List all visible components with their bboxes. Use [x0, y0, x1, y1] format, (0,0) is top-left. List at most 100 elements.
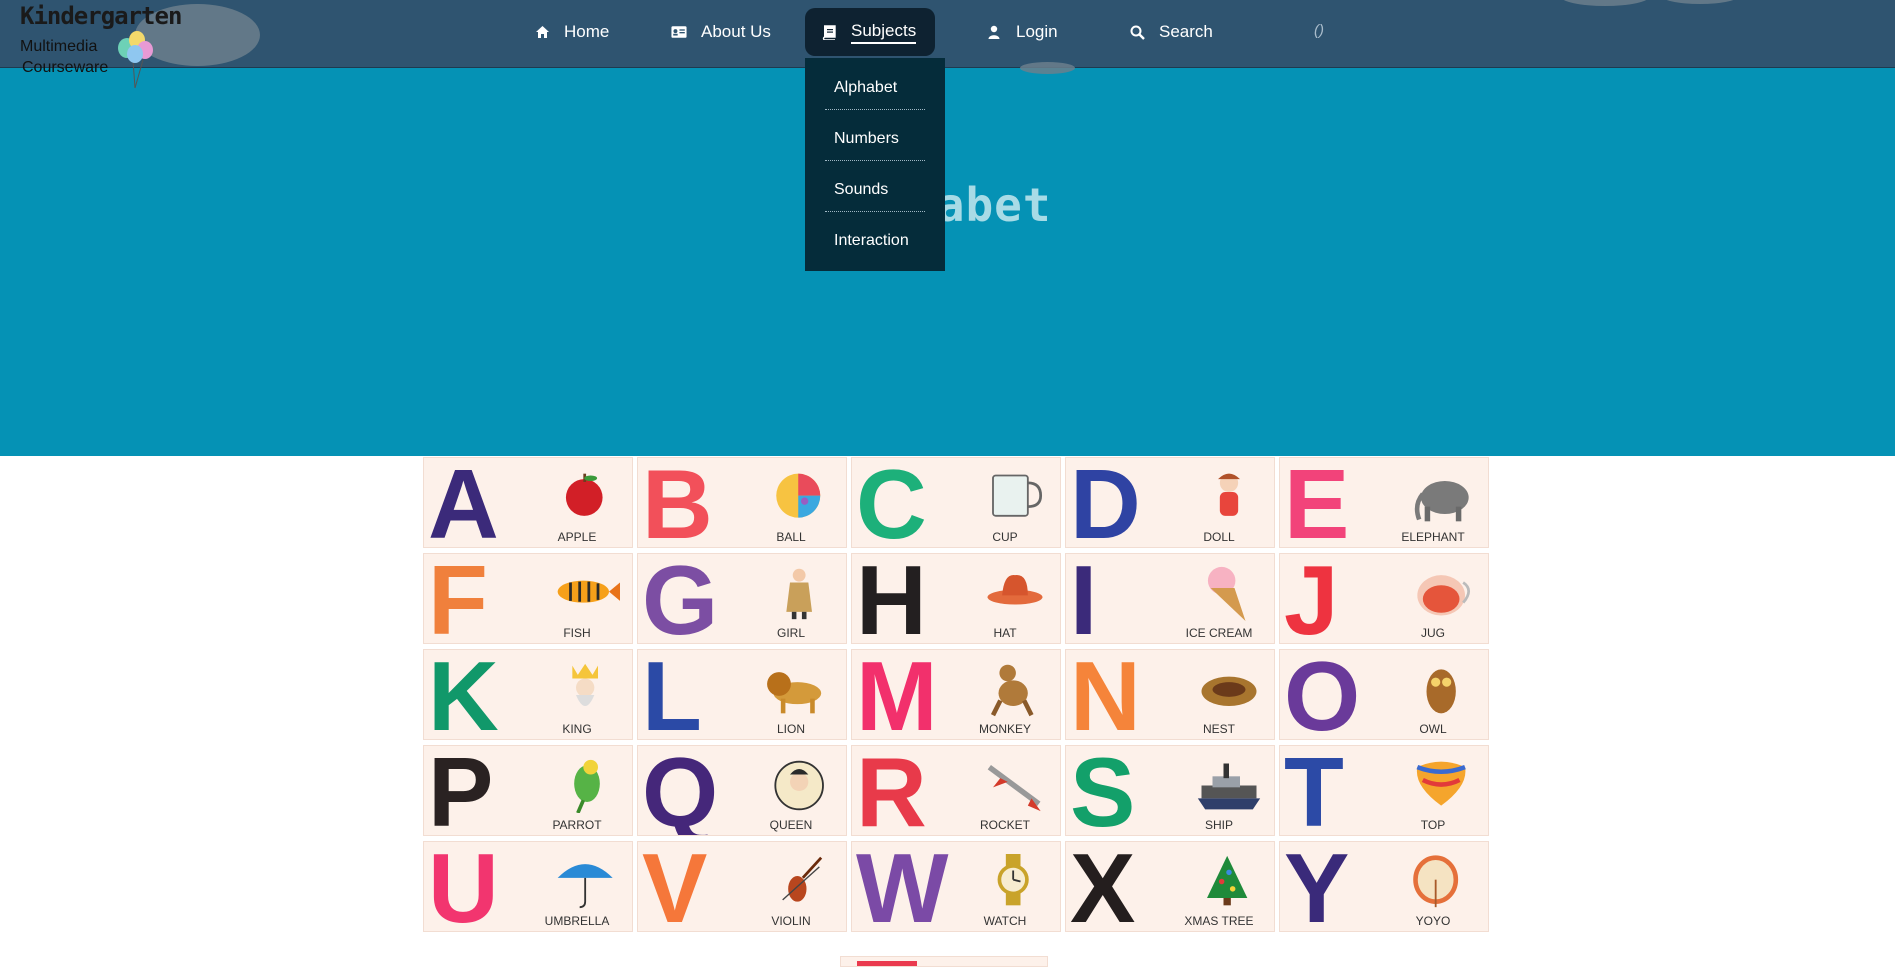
tile-letter: B — [642, 457, 713, 548]
tile-letter: S — [1070, 745, 1135, 836]
elephant-picture — [1414, 481, 1469, 522]
nav-about-us[interactable]: About Us — [655, 8, 787, 56]
tile-letter: V — [642, 841, 707, 932]
tile-letter: I — [1070, 553, 1097, 644]
alphabet-tile[interactable]: S SHIP — [1065, 745, 1275, 836]
search-icon — [1129, 24, 1145, 40]
tile-word: ICE CREAM — [1185, 626, 1253, 640]
tile-letter: G — [642, 553, 718, 644]
alphabet-tile[interactable]: I ICE CREAM — [1065, 553, 1275, 644]
fish-picture — [557, 580, 620, 603]
nav-home[interactable]: Home — [518, 8, 625, 56]
yoyo-picture — [1413, 855, 1459, 908]
dropdown-divider — [825, 109, 925, 110]
alphabet-tile[interactable]: R ROCKET — [851, 745, 1061, 836]
page: Kindergarten Multimedia Courseware Home — [0, 0, 1895, 967]
site-logo[interactable]: Kindergarten Multimedia Courseware — [18, 0, 198, 90]
alphabet-tile[interactable]: P PARROT — [423, 745, 633, 836]
alphabet-tile[interactable]: T TOP — [1279, 745, 1489, 836]
alphabet-tile[interactable]: Y YOYO — [1279, 841, 1489, 932]
girl-picture — [786, 568, 812, 620]
alphabet-tile[interactable]: K KING — [423, 649, 633, 740]
tile-word: BALL — [776, 530, 806, 544]
tile-word: OWL — [1419, 722, 1447, 736]
ball-picture — [776, 473, 821, 518]
navbar: Kindergarten Multimedia Courseware Home — [0, 0, 1895, 89]
jug-picture — [1417, 575, 1471, 616]
dropdown-item-interaction[interactable]: Interaction — [805, 215, 945, 266]
king-picture — [572, 663, 598, 706]
tile-word: KING — [562, 722, 592, 736]
nav-search-label: Search — [1159, 22, 1213, 41]
apple-picture — [565, 473, 603, 516]
tile-word: SHIP — [1204, 818, 1233, 832]
owl-picture — [1426, 669, 1456, 714]
alphabet-tile[interactable]: X XMAS TREE — [1065, 841, 1275, 932]
alphabet-tile[interactable]: L LION — [637, 649, 847, 740]
tile-word: TOP — [1420, 818, 1446, 832]
tile-word: NEST — [1202, 722, 1235, 736]
alphabet-tile[interactable]: G GIRL — [637, 553, 847, 644]
alphabet-tile[interactable]: V VIOLIN — [637, 841, 847, 932]
nav-login[interactable]: Login — [970, 8, 1074, 56]
nav-subjects-label: Subjects — [851, 21, 917, 44]
dropdown-divider — [825, 160, 925, 161]
tile-letter: A — [428, 457, 499, 548]
nav-home-label: Home — [564, 22, 610, 41]
alphabet-tile[interactable]: E ELEPHANT — [1279, 457, 1489, 548]
tile-letter: X — [1070, 841, 1135, 932]
tile-word: QUEEN — [769, 818, 813, 832]
tile-letter: T — [1284, 745, 1344, 836]
nav-subjects[interactable]: Subjects — [805, 8, 935, 56]
alphabet-tile[interactable]: U UMBRELLA — [423, 841, 633, 932]
alphabet-tile[interactable]: D DOLL — [1065, 457, 1275, 548]
tile-letter: Y — [1284, 841, 1349, 932]
alphabet-tile-partial — [840, 956, 1048, 967]
xmas-tree-picture — [1207, 855, 1248, 906]
alphabet-tile[interactable]: A APPLE — [423, 457, 633, 548]
tile-letter: W — [856, 841, 948, 932]
tile-letter: J — [1284, 553, 1338, 644]
alphabet-tile[interactable]: O OWL — [1279, 649, 1489, 740]
dropdown-item-alphabet[interactable]: Alphabet — [805, 62, 945, 113]
nav-search[interactable]: Search — [1113, 8, 1229, 56]
parrot-picture — [574, 759, 600, 813]
tile-word: PARROT — [552, 818, 602, 832]
cloud-decoration — [1560, 0, 1650, 6]
alphabet-tile[interactable]: B BALL — [637, 457, 847, 548]
hat-picture — [987, 575, 1043, 605]
tile-word: MONKEY — [978, 722, 1031, 736]
tile-letter: U — [428, 841, 499, 932]
alphabet-tile[interactable]: C CUP — [851, 457, 1061, 548]
nav-extra-text: () — [1314, 22, 1324, 39]
logo-subtitle-line1: Multimedia — [20, 38, 98, 55]
tile-letter: R — [856, 745, 927, 836]
tile-letter: C — [856, 457, 927, 548]
home-icon — [534, 24, 550, 40]
dropdown-item-sounds[interactable]: Sounds — [805, 164, 945, 215]
tile-letter: H — [856, 553, 927, 644]
cloud-decoration — [1020, 62, 1075, 74]
tile-letter-partial — [857, 961, 917, 966]
tile-word: WATCH — [983, 914, 1027, 928]
nav-login-label: Login — [1016, 22, 1058, 41]
logo-title: Kindergarten — [20, 2, 182, 30]
tile-word: DOLL — [1203, 530, 1235, 544]
tile-letter: E — [1284, 457, 1349, 548]
alphabet-tile[interactable]: M MONKEY — [851, 649, 1061, 740]
lion-picture — [767, 672, 822, 714]
tile-word: APPLE — [557, 530, 597, 544]
alphabet-tile[interactable]: J JUG — [1279, 553, 1489, 644]
tile-word: LION — [776, 722, 805, 736]
alphabet-tile[interactable]: W WATCH — [851, 841, 1061, 932]
alphabet-tile[interactable]: Q QUEEN — [637, 745, 847, 836]
tile-letter: K — [428, 649, 499, 740]
alphabet-tile[interactable]: H HAT — [851, 553, 1061, 644]
id-card-icon — [671, 24, 687, 40]
tile-word: VIOLIN — [771, 914, 811, 928]
subjects-dropdown-menu: Alphabet Numbers Sounds Interaction — [805, 58, 945, 271]
alphabet-tile[interactable]: F FISH — [423, 553, 633, 644]
alphabet-tile[interactable]: N NEST — [1065, 649, 1275, 740]
dropdown-item-numbers[interactable]: Numbers — [805, 113, 945, 164]
tile-letter: P — [428, 745, 493, 836]
